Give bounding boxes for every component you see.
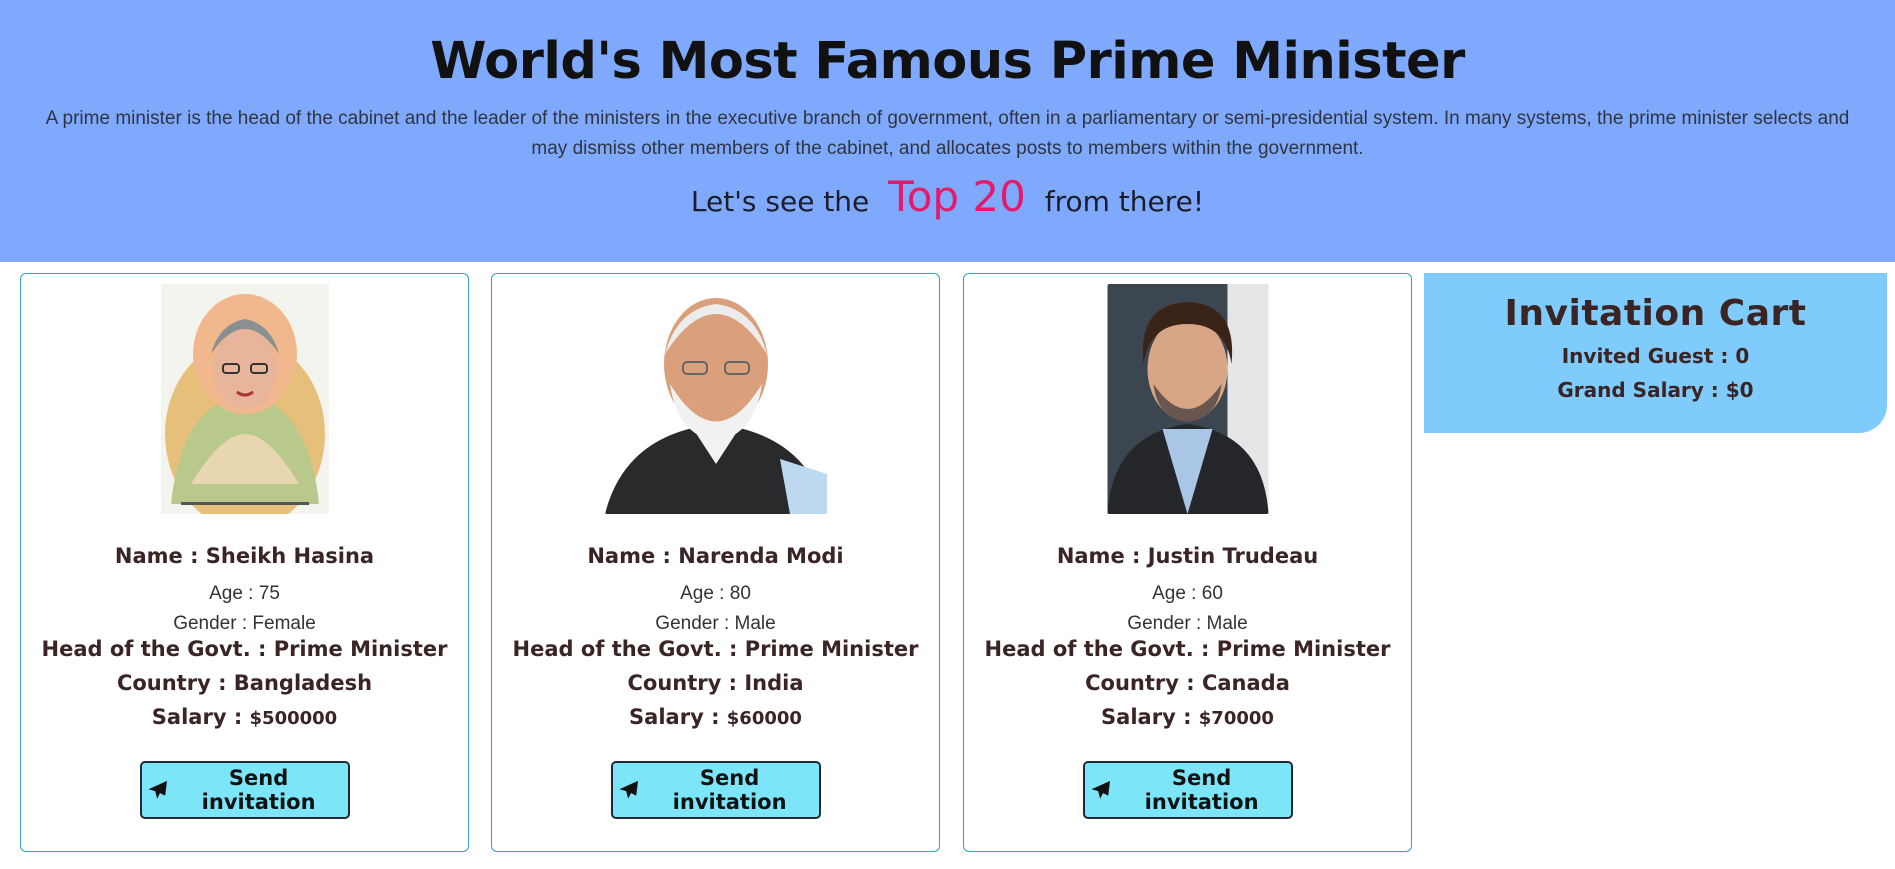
minister-salary: Salary : $500000 xyxy=(151,705,338,729)
subtitle-highlight: Top 20 xyxy=(888,172,1026,221)
grand-salary: Grand Salary : $0 xyxy=(1557,378,1754,402)
minister-photo-frame xyxy=(964,284,1411,516)
minister-age: Age : 75 xyxy=(209,583,280,604)
page-title: World's Most Famous Prime Minister xyxy=(430,32,1465,91)
minister-gender: Gender : Female xyxy=(173,613,316,634)
minister-photo-frame xyxy=(492,284,939,516)
subtitle-suffix: from there! xyxy=(1044,185,1205,218)
minister-gender: Gender : Male xyxy=(1127,613,1248,634)
hero-banner: World's Most Famous Prime Minister A pri… xyxy=(0,0,1895,262)
minister-head-of-govt: Head of the Govt. : Prime Minister xyxy=(41,637,448,661)
minister-photo xyxy=(604,284,827,514)
minister-card: Name : Justin Trudeau Age : 60 Gender : … xyxy=(963,273,1412,852)
send-invitation-button[interactable]: Send invitation xyxy=(139,761,350,819)
minister-name: Name : Sheikh Hasina xyxy=(114,544,375,568)
send-invitation-button[interactable]: Send invitation xyxy=(610,761,821,819)
send-invitation-button[interactable]: Send invitation xyxy=(1082,761,1293,819)
minister-card: Name : Narenda Modi Age : 80 Gender : Ma… xyxy=(491,273,940,852)
minister-head-of-govt: Head of the Govt. : Prime Minister xyxy=(984,637,1391,661)
paper-plane-icon xyxy=(1090,780,1110,799)
hero-subtitle: Let's see the Top 20 from there! xyxy=(0,172,1895,221)
minister-country: Country : Bangladesh xyxy=(116,671,373,695)
invited-guest-count: Invited Guest : 0 xyxy=(1561,344,1750,368)
minister-age: Age : 60 xyxy=(1152,583,1223,604)
minister-name: Name : Justin Trudeau xyxy=(1056,544,1319,568)
minister-salary: Salary : $60000 xyxy=(629,705,802,729)
main-content: Name : Sheikh Hasina Age : 75 Gender : F… xyxy=(0,262,1895,869)
minister-head-of-govt: Head of the Govt. : Prime Minister xyxy=(512,637,919,661)
invitation-cart: Invitation Cart Invited Guest : 0 Grand … xyxy=(1424,273,1887,433)
minister-card: Name : Sheikh Hasina Age : 75 Gender : F… xyxy=(20,273,469,852)
minister-photo-frame xyxy=(21,284,468,516)
minister-photo xyxy=(1107,284,1268,514)
minister-photo xyxy=(160,284,329,514)
minister-salary: Salary : $70000 xyxy=(1101,705,1274,729)
hero-description: A prime minister is the head of the cabi… xyxy=(45,108,1850,159)
minister-name: Name : Narenda Modi xyxy=(587,544,844,568)
minister-gender: Gender : Male xyxy=(655,613,776,634)
minister-age: Age : 80 xyxy=(680,583,751,604)
minister-country: Country : India xyxy=(627,671,804,695)
minister-country: Country : Canada xyxy=(1085,671,1290,695)
cart-title: Invitation Cart xyxy=(1504,293,1807,334)
paper-plane-icon xyxy=(147,780,167,799)
paper-plane-icon xyxy=(618,780,638,799)
subtitle-prefix: Let's see the xyxy=(690,185,870,218)
